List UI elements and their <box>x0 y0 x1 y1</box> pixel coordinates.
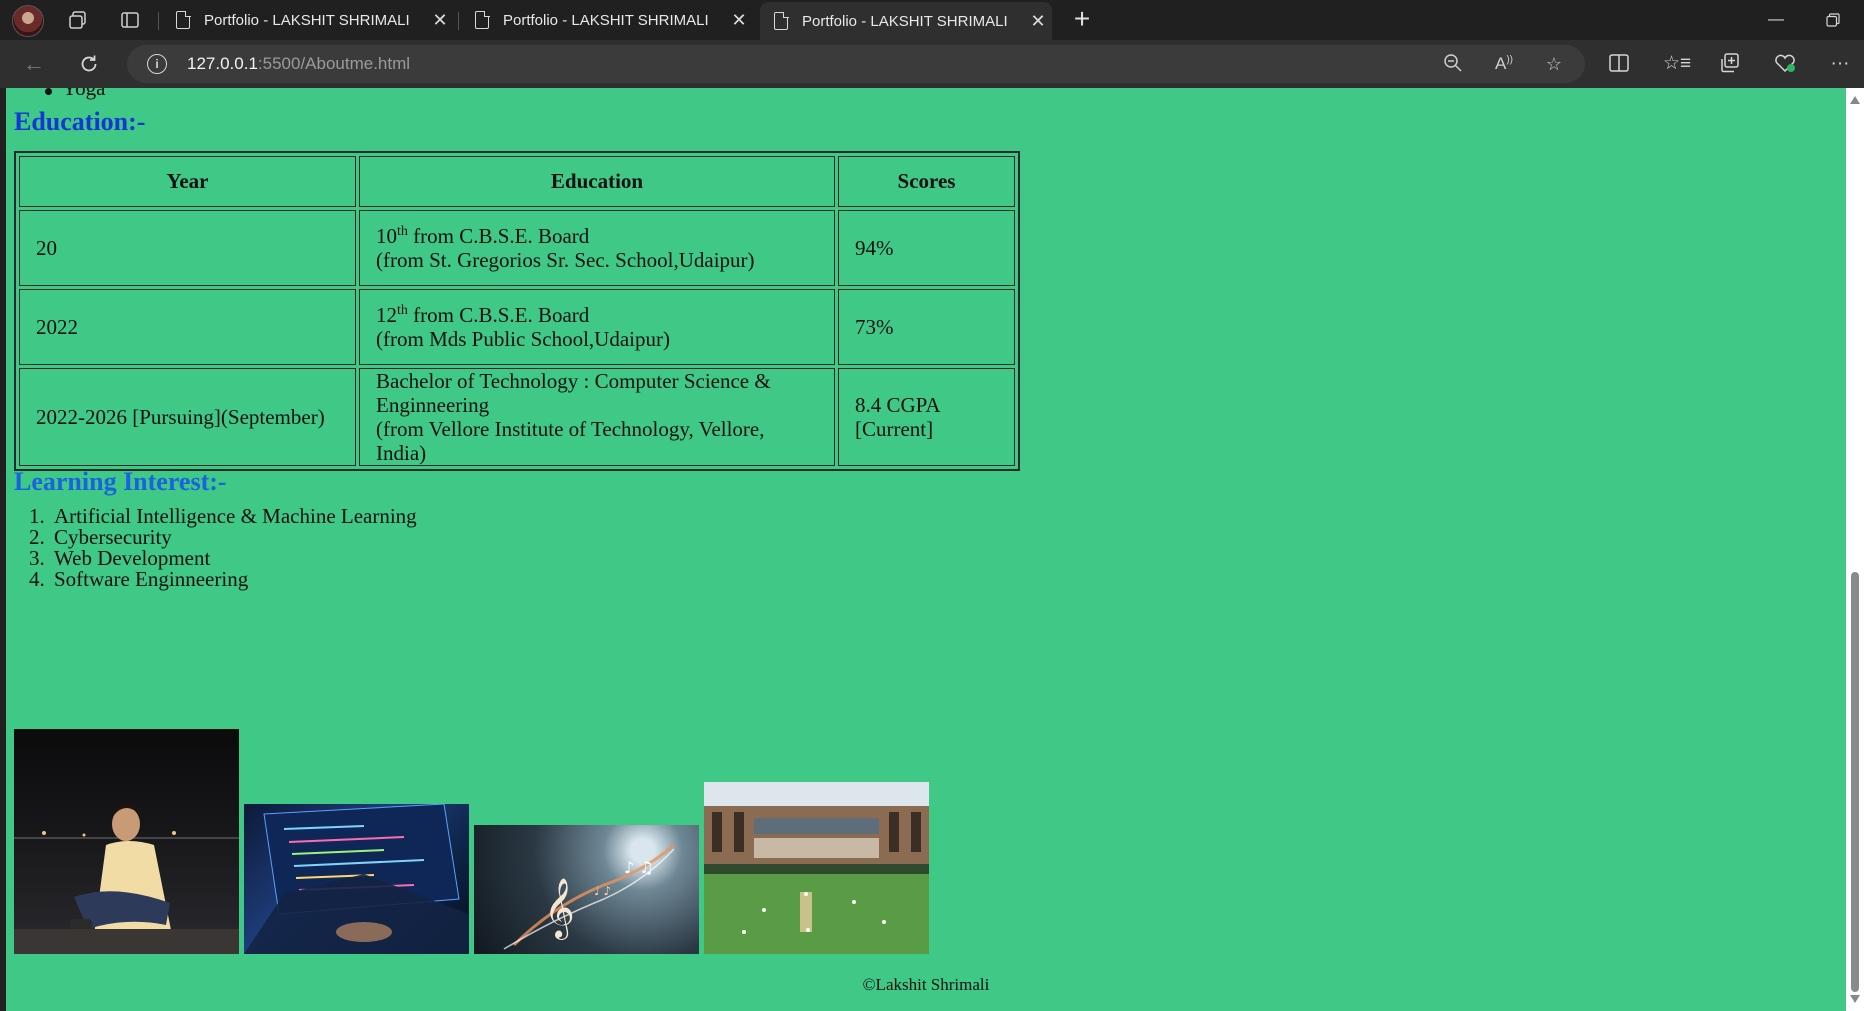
table-header-row: Year Education Scores <box>19 156 1015 207</box>
close-tab-icon[interactable]: ✕ <box>1024 11 1052 32</box>
learning-interest-list: Artificial Intelligence & Machine Learni… <box>14 506 417 590</box>
education-cell: Bachelor of Technology : Computer Scienc… <box>359 368 835 466</box>
profile-avatar[interactable] <box>12 5 44 37</box>
browser-essentials-icon[interactable] <box>1773 52 1797 76</box>
favorites-icon[interactable]: ☆≡ <box>1663 52 1691 76</box>
refresh-icon[interactable] <box>75 50 103 78</box>
score-cell: 8.4 CGPA [Current] <box>838 368 1015 466</box>
collections-icon[interactable] <box>1718 52 1742 76</box>
browser-tab-active[interactable]: Portfolio - LAKSHIT SHRIMALI ✕ <box>760 2 1052 40</box>
address-bar[interactable]: i 127.0.0.1:5500/Aboutme.html A)) ☆ <box>127 45 1585 83</box>
info-icon[interactable]: i <box>147 54 167 74</box>
document-icon <box>475 10 490 29</box>
education-cell: 12th from C.B.S.E. Board (from Mds Publi… <box>359 289 835 365</box>
table-row: 20 10th from C.B.S.E. Board (from St. Gr… <box>19 210 1015 286</box>
split-screen-icon[interactable] <box>1607 52 1631 76</box>
score-cell: 94% <box>838 210 1015 286</box>
column-header-year: Year <box>19 156 356 207</box>
back-icon[interactable]: ← <box>20 50 48 78</box>
vertical-tabs-icon[interactable] <box>118 8 142 32</box>
vertical-scrollbar[interactable] <box>1846 88 1864 1011</box>
tab-strip: Portfolio - LAKSHIT SHRIMALI ✕ Portfolio… <box>0 0 1864 40</box>
profile-photo <box>14 729 239 954</box>
zoom-out-icon[interactable] <box>1442 53 1464 75</box>
year-cell: 20 <box>19 210 356 286</box>
education-cell: 10th from C.B.S.E. Board (from St. Grego… <box>359 210 835 286</box>
cricket-ground-photo <box>704 782 929 954</box>
read-aloud-icon[interactable]: A)) <box>1493 53 1515 75</box>
tab-title: Portfolio - LAKSHIT SHRIMALI <box>503 11 709 29</box>
list-item: Web Development <box>50 548 417 569</box>
restore-icon[interactable] <box>1813 6 1853 34</box>
page-viewport: Yoga Education:- Year Education Scores 2… <box>0 88 1864 1011</box>
close-tab-icon[interactable]: ✕ <box>725 10 753 31</box>
hobby-list-item: Yoga <box>44 88 105 101</box>
url-text[interactable]: 127.0.0.1:5500/Aboutme.html <box>187 54 410 74</box>
browser-tab[interactable]: Portfolio - LAKSHIT SHRIMALI ✕ <box>162 4 454 36</box>
workspaces-icon[interactable] <box>66 8 90 32</box>
education-heading: Education:- <box>14 107 146 136</box>
list-item: Artificial Intelligence & Machine Learni… <box>50 506 417 527</box>
coding-photo <box>244 804 469 954</box>
new-tab-button[interactable]: + <box>1066 4 1098 36</box>
more-icon[interactable]: ··· <box>1828 52 1852 76</box>
education-table: Year Education Scores 20 10th from C.B.S… <box>14 151 1020 471</box>
browser-toolbar: ← i 127.0.0.1:5500/Aboutme.html A)) ☆ ☆≡… <box>0 40 1864 88</box>
tab-title: Portfolio - LAKSHIT SHRIMALI <box>204 11 410 29</box>
tab-title: Portfolio - LAKSHIT SHRIMALI <box>802 12 1008 30</box>
column-header-education: Education <box>359 156 835 207</box>
svg-text:♩ ♪: ♩ ♪ <box>594 884 611 898</box>
list-item: Cybersecurity <box>50 527 417 548</box>
table-row: 2022 12th from C.B.S.E. Board (from Mds … <box>19 289 1015 365</box>
learning-interest-heading: Learning Interest:- <box>14 467 227 496</box>
close-tab-icon[interactable]: ✕ <box>426 10 454 31</box>
table-row: 2022-2026 [Pursuing](September) Bachelor… <box>19 368 1015 466</box>
document-icon <box>774 11 789 30</box>
scroll-up-arrow-icon[interactable] <box>1850 96 1860 104</box>
favorite-star-icon[interactable]: ☆ <box>1543 53 1565 75</box>
scrollbar-thumb[interactable] <box>1851 572 1859 992</box>
score-cell: 73% <box>838 289 1015 365</box>
scroll-down-arrow-icon[interactable] <box>1850 995 1860 1003</box>
svg-text:♪ ♫: ♪ ♫ <box>624 858 654 877</box>
music-note-photo: 𝄞 ♪ ♫ ♩ ♪ <box>474 825 699 954</box>
footer-copyright: ©Lakshit Shrimali <box>862 975 990 994</box>
document-icon <box>176 10 191 29</box>
column-header-scores: Scores <box>838 156 1015 207</box>
year-cell: 2022-2026 [Pursuing](September) <box>19 368 356 466</box>
svg-text:𝄞: 𝄞 <box>544 878 575 940</box>
minimize-icon[interactable]: — <box>1756 6 1796 34</box>
web-page: Yoga Education:- Year Education Scores 2… <box>6 88 1846 1011</box>
browser-tab[interactable]: Portfolio - LAKSHIT SHRIMALI ✕ <box>461 4 753 36</box>
year-cell: 2022 <box>19 289 356 365</box>
list-item: Software Enginneering <box>50 569 417 590</box>
